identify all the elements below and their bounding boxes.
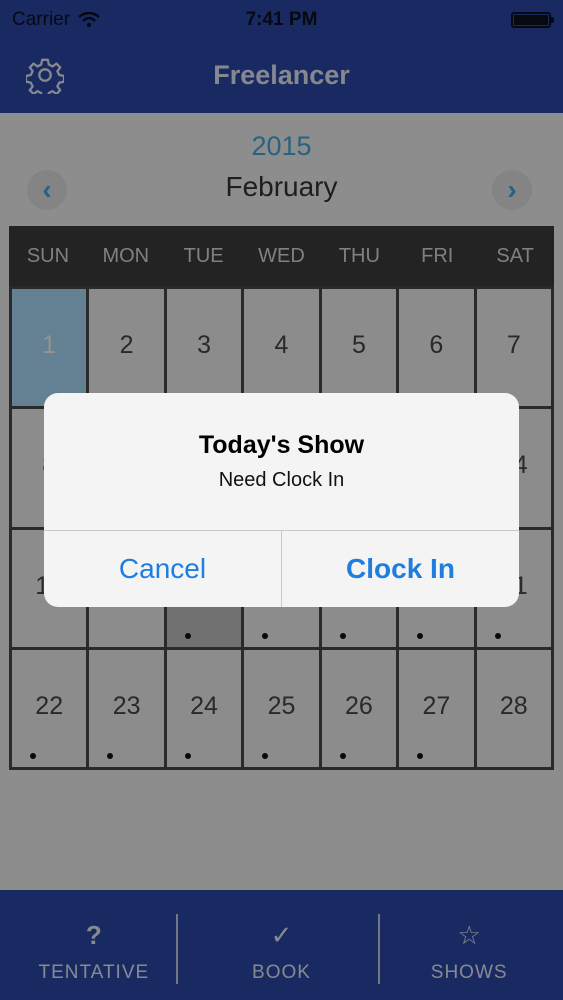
alert-title: Today's Show — [198, 431, 365, 459]
cancel-button[interactable]: Cancel — [44, 531, 282, 607]
alert-message: Need Clock In — [218, 469, 345, 491]
clock-in-button[interactable]: Clock In — [282, 531, 519, 607]
alert-buttons: Cancel Clock In — [44, 530, 519, 607]
alert-dialog: Today's Show Need Clock In Cancel Clock … — [44, 393, 519, 607]
